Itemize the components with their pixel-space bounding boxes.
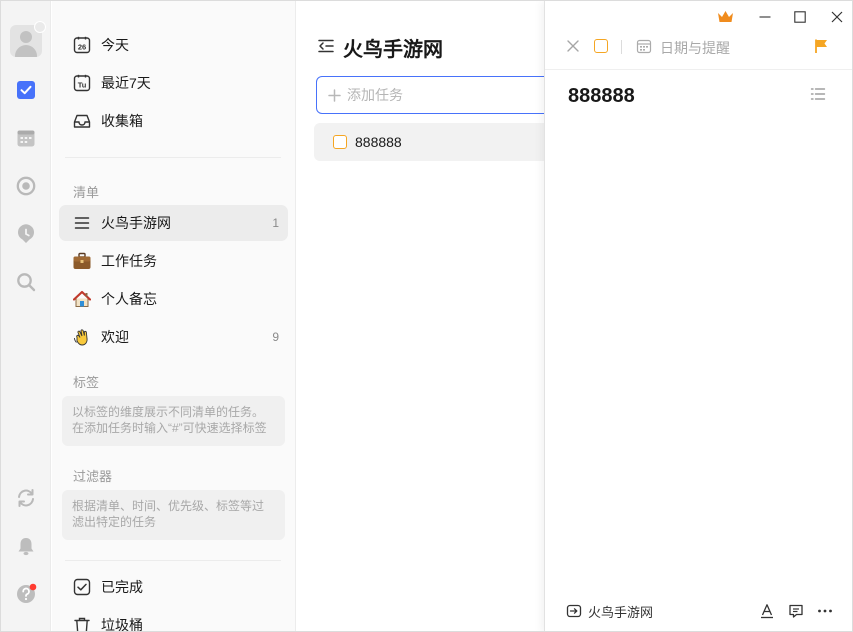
list-title: 火鸟手游网	[343, 39, 443, 61]
divider	[65, 157, 281, 158]
item-count: 1	[272, 216, 279, 230]
text-format-icon[interactable]	[759, 603, 775, 619]
sync-icon[interactable]	[14, 486, 38, 510]
focus-icon[interactable]	[14, 174, 38, 198]
detail-footer: 火鸟手游网	[545, 593, 852, 629]
section-title-tags: 标签	[73, 375, 100, 390]
inbox-icon	[73, 112, 91, 130]
tags-hint: 以标签的维度展示不同清单的任务。 在添加任务时输入“#”可快速选择标签	[62, 396, 285, 446]
priority-flag-icon[interactable]	[813, 38, 829, 54]
bell-icon[interactable]	[14, 534, 38, 558]
sidebar-item-next-7-days[interactable]: Tu 最近7天	[59, 65, 288, 101]
filters-hint-line: 根据清单、时间、优先级、标签等过	[72, 499, 265, 513]
sidebar-item-label: 个人备忘	[101, 291, 157, 307]
task-title: 888888	[355, 134, 402, 150]
toolbar-divider	[621, 40, 622, 54]
sidebar: 26 今天 Tu 最近7天 收集箱 清单 火鸟手游网 1 工作任务 个人备忘 欢…	[52, 1, 296, 632]
crown-icon[interactable]	[713, 6, 737, 28]
task-list-pane: 火鸟手游网 888888	[297, 1, 556, 631]
sidebar-item-label: 工作任务	[101, 253, 157, 269]
close-detail-icon[interactable]	[567, 40, 579, 52]
footer-list-name[interactable]: 火鸟手游网	[588, 602, 653, 621]
filters-hint-line: 滤出特定的任务	[72, 515, 157, 529]
briefcase-icon	[73, 252, 91, 270]
close-window-icon[interactable]	[825, 6, 849, 28]
calendar-26-icon: 26	[73, 36, 91, 54]
tags-hint-line: 在添加任务时输入“#”可快速选择标签	[72, 421, 267, 435]
app-window: 26 今天 Tu 最近7天 收集箱 清单 火鸟手游网 1 工作任务 个人备忘 欢…	[0, 0, 853, 632]
detail-task-title[interactable]: 888888	[568, 85, 635, 108]
add-task-input[interactable]	[347, 87, 537, 103]
svg-text:26: 26	[78, 42, 86, 51]
completed-check-icon	[73, 578, 91, 596]
sidebar-item-label: 垃圾桶	[101, 617, 143, 632]
sidebar-item-huoniao[interactable]: 火鸟手游网 1	[59, 205, 288, 241]
sidebar-item-label: 收集箱	[101, 113, 143, 129]
date-reminder-button[interactable]: 日期与提醒	[660, 38, 730, 58]
sidebar-item-label: 最近7天	[101, 75, 151, 91]
divider	[65, 560, 281, 561]
move-to-list-icon[interactable]	[566, 603, 582, 619]
list-icon	[73, 214, 91, 232]
help-icon[interactable]	[14, 582, 38, 606]
filters-hint: 根据清单、时间、优先级、标签等过 滤出特定的任务	[62, 490, 285, 540]
comment-icon[interactable]	[788, 603, 804, 619]
sidebar-item-today[interactable]: 26 今天	[59, 27, 288, 63]
calendar-icon[interactable]	[14, 126, 38, 150]
sidebar-item-label: 今天	[101, 37, 129, 53]
maximize-icon[interactable]	[788, 6, 812, 28]
description-mode-icon[interactable]	[810, 86, 826, 102]
calendar-small-icon	[636, 38, 652, 54]
house-icon	[73, 290, 91, 308]
svg-text:Tu: Tu	[78, 80, 87, 89]
section-title-lists: 清单	[73, 185, 100, 200]
sidebar-item-welcome[interactable]: 欢迎 9	[59, 319, 288, 355]
sidebar-item-trash[interactable]: 垃圾桶	[59, 607, 288, 632]
sidebar-item-personal-memo[interactable]: 个人备忘	[59, 281, 288, 317]
sidebar-item-inbox[interactable]: 收集箱	[59, 103, 288, 139]
calendar-tu-icon: Tu	[73, 74, 91, 92]
checkbox-icon[interactable]	[14, 78, 38, 102]
divider	[545, 69, 852, 70]
collapse-sidebar-icon[interactable]	[317, 37, 335, 55]
minimize-icon[interactable]	[753, 6, 777, 28]
task-checkbox[interactable]	[333, 135, 347, 149]
section-title-filters: 过滤器	[73, 469, 113, 484]
sidebar-item-label: 欢迎	[101, 329, 129, 345]
sidebar-item-work-tasks[interactable]: 工作任务	[59, 243, 288, 279]
item-count: 9	[272, 330, 279, 344]
trash-icon	[73, 616, 91, 631]
crown-badge-icon	[34, 21, 46, 33]
sidebar-item-completed[interactable]: 已完成	[59, 569, 288, 605]
habit-icon[interactable]	[14, 222, 38, 246]
sidebar-item-label: 火鸟手游网	[101, 215, 171, 231]
task-row[interactable]: 888888	[314, 123, 554, 161]
more-icon[interactable]	[817, 603, 833, 619]
search-icon[interactable]	[14, 270, 38, 294]
sidebar-item-label: 已完成	[101, 579, 143, 595]
tags-hint-line: 以标签的维度展示不同清单的任务。	[72, 405, 265, 419]
task-detail-pane: 日期与提醒 888888 火鸟手游网	[544, 1, 852, 631]
waving-hand-icon	[73, 328, 91, 346]
icon-rail	[1, 1, 51, 631]
plus-icon	[328, 88, 341, 102]
add-task-field[interactable]	[316, 76, 556, 114]
detail-toolbar: 日期与提醒	[545, 29, 852, 67]
detail-checkbox[interactable]	[594, 39, 608, 53]
